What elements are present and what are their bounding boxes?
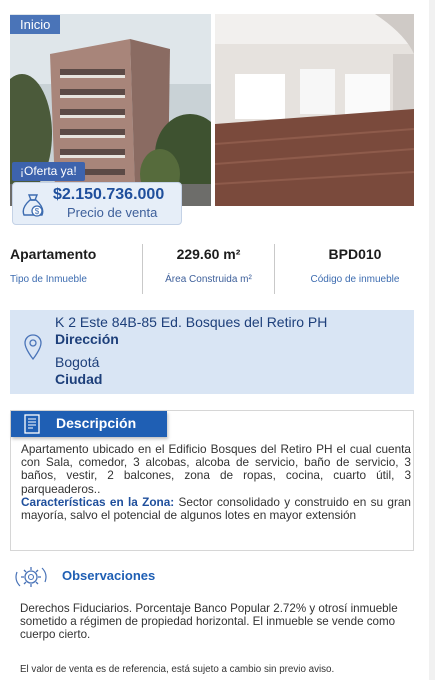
stat-value: Apartamento: [10, 246, 97, 262]
observations-text: Derechos Fiduciarios. Porcentaje Banco P…: [20, 602, 398, 641]
description-card: Descripción Apartamento ubicado en el Ed…: [10, 410, 414, 551]
location-card: K 2 Este 84B-85 Ed. Bosques del Retiro P…: [10, 310, 414, 394]
map-pin-icon: [24, 334, 42, 361]
zone-label: Características en la Zona:: [21, 494, 175, 509]
address-label: Dirección: [55, 331, 119, 347]
city-value: Bogotá: [55, 354, 100, 370]
stat-value: 229.60 m²: [176, 246, 241, 262]
vertical-scrollbar[interactable]: [429, 0, 435, 680]
stat-value: BPD010: [328, 246, 382, 262]
observations-header: Observaciones: [12, 562, 312, 592]
sale-price-card: $ $2.150.736.000 Precio de venta: [12, 182, 182, 225]
money-bag-icon: $: [21, 192, 45, 218]
city-label: Ciudad: [55, 371, 103, 387]
offer-badge: ¡Oferta ya!: [12, 162, 85, 181]
price-disclaimer: El valor de venta es de referencia, está…: [20, 664, 335, 675]
description-text: Apartamento ubicado en el Edificio Bosqu…: [21, 442, 411, 522]
stat-property-code: BPD010 Código de inmueble: [274, 244, 435, 294]
property-stats: Apartamento Tipo de Inmueble 229.60 m² Á…: [0, 244, 435, 294]
description-title: Descripción: [56, 415, 137, 431]
gear-cycle-icon: [12, 563, 50, 591]
stat-built-area: 229.60 m² Área Construida m²: [142, 244, 274, 294]
price-value: $2.150.736.000: [53, 186, 165, 203]
price-label: Precio de venta: [67, 205, 158, 220]
observations-title: Observaciones: [62, 568, 156, 583]
stat-label: Código de inmueble: [310, 274, 400, 285]
stat-property-type: Apartamento Tipo de Inmueble: [0, 244, 142, 294]
interior-living-room-photo[interactable]: [215, 14, 414, 206]
description-header: Descripción: [11, 411, 167, 437]
stat-label: Área Construida m²: [165, 274, 252, 285]
breadcrumb-home[interactable]: Inicio: [10, 15, 61, 34]
description-body: Apartamento ubicado en el Edificio Bosqu…: [21, 442, 411, 496]
address-value: K 2 Este 84B-85 Ed. Bosques del Retiro P…: [55, 314, 328, 330]
document-icon: [24, 414, 40, 434]
svg-text:$: $: [35, 207, 40, 216]
stat-label: Tipo de Inmueble: [10, 274, 87, 285]
